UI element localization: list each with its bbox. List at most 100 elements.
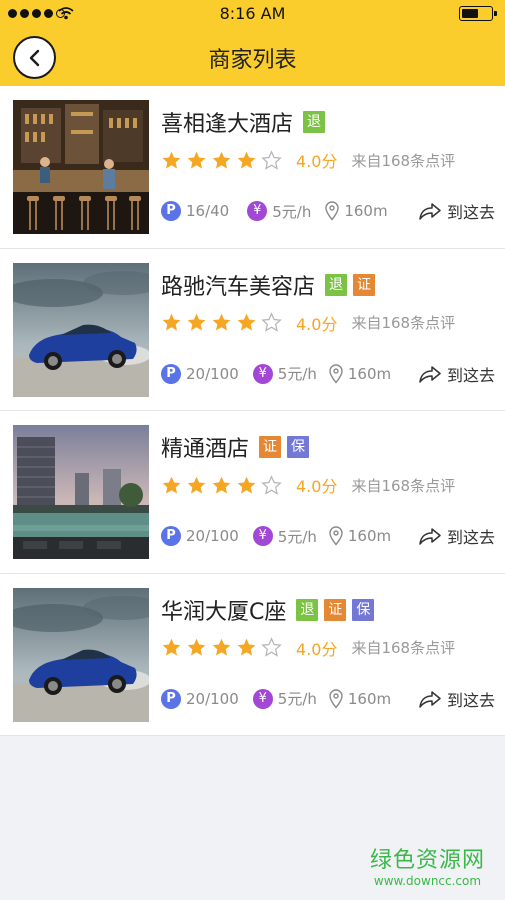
price-icon: ¥: [252, 363, 273, 384]
star-icon: [212, 476, 231, 493]
navigate-label: 到这去: [446, 203, 495, 222]
star-icon: [187, 313, 206, 331]
star-icon: [187, 476, 206, 493]
star-icon: [212, 638, 231, 656]
share-arrow-icon: [419, 365, 441, 383]
merchant-name-line: 路驰汽车美容店 退 证: [161, 269, 376, 301]
merchant-name: 喜相逢大酒店: [161, 112, 294, 137]
refund-badge: 退: [296, 598, 319, 621]
merchant-name: 精通酒店: [161, 437, 250, 462]
price-icon: ¥: [252, 526, 273, 546]
star-icon: [212, 313, 231, 331]
parking-spaces: 16/40: [186, 202, 230, 220]
merchant-photo: [13, 587, 149, 722]
review-count: 来自168条点评: [351, 314, 456, 332]
certified-badge: 证: [353, 273, 376, 296]
star-icon: [187, 638, 206, 656]
price-icon: ¥: [252, 688, 273, 709]
merchant-list: 喜相逢大酒店 退 4.0分 来自168条点评 P 16/40 ¥ 5元/h 16…: [0, 86, 505, 736]
navigate-button[interactable]: 到这去: [418, 199, 495, 223]
distance: 160m: [344, 202, 388, 220]
navigate-button[interactable]: 到这去: [418, 687, 495, 711]
star-outline-icon: [261, 312, 282, 332]
star-icon: [162, 151, 181, 168]
navigate-label: 到这去: [446, 365, 495, 385]
star-rating: [161, 312, 282, 333]
parking-spaces: 20/100: [186, 527, 239, 545]
merchant-name: 华润大厦C座: [161, 599, 287, 625]
review-count: 来自168条点评: [351, 639, 456, 657]
rating: 4.0分 来自168条点评: [161, 148, 455, 172]
distance: 160m: [347, 527, 392, 545]
location-pin-icon: [329, 526, 343, 546]
merchant-item[interactable]: 精通酒店 证 保 4.0分 来自168条点评 P 20/100 ¥ 5元/h 1…: [0, 411, 505, 574]
refund-badge: 退: [325, 273, 348, 296]
review-count: 来自168条点评: [351, 476, 456, 495]
status-time: 8:16 AM: [219, 4, 286, 23]
rating: 4.0分 来自168条点评: [161, 311, 455, 335]
parking-spaces: 20/100: [186, 689, 239, 708]
distance: 160m: [347, 364, 392, 383]
nav-bar: 商家列表: [0, 28, 505, 86]
rating: 4.0分 来自168条点评: [161, 636, 455, 660]
share-arrow-icon: [419, 690, 441, 708]
share-arrow-icon: [419, 203, 441, 220]
info-line: P 20/100 ¥ 5元/h 160m 到这去: [161, 362, 495, 386]
star-rating: [161, 637, 282, 658]
parking-icon: P: [161, 201, 181, 221]
parking-spaces: 20/100: [186, 364, 239, 383]
info-line: P 20/100 ¥ 5元/h 160m 到这去: [161, 524, 495, 548]
star-icon: [162, 638, 181, 656]
rating-score: 4.0分: [296, 477, 338, 496]
watermark-title: 绿色资源网: [369, 848, 485, 873]
star-rating: [161, 149, 282, 171]
merchant-name-line: 喜相逢大酒店 退: [161, 106, 326, 138]
refund-badge: 退: [303, 111, 326, 133]
parking-icon: P: [161, 688, 181, 709]
navigate-button[interactable]: 到这去: [418, 362, 495, 386]
share-arrow-icon: [419, 528, 441, 545]
merchant-photo: [13, 262, 149, 397]
review-count: 来自168条点评: [351, 151, 456, 170]
battery-icon: [459, 6, 497, 21]
status-bar: 8:16 AM: [0, 0, 505, 28]
parking-price: 5元/h: [277, 527, 317, 546]
rating-score: 4.0分: [296, 639, 338, 659]
watermark-url: www.downcc.com: [373, 874, 482, 888]
location-pin-icon: [329, 688, 343, 709]
merchant-item[interactable]: 路驰汽车美容店 退 证 4.0分 来自168条点评 P 20/100 ¥ 5元/…: [0, 248, 505, 411]
star-icon: [237, 151, 256, 168]
location-pin-icon: [329, 363, 343, 384]
star-icon: [187, 151, 206, 168]
star-outline-icon: [261, 474, 282, 495]
star-rating: [161, 474, 282, 496]
parking-price: 5元/h: [277, 365, 317, 383]
parking-price: 5元/h: [272, 202, 312, 221]
star-outline-icon: [261, 149, 282, 170]
watermark: 绿色资源网 www.downcc.com: [370, 842, 485, 888]
star-icon: [237, 313, 256, 331]
star-icon: [237, 638, 256, 656]
star-icon: [162, 313, 181, 331]
info-line: P 20/100 ¥ 5元/h 160m 到这去: [161, 687, 495, 711]
guarantee-badge: 保: [352, 598, 375, 621]
merchant-item[interactable]: 华润大厦C座 退 证 保 4.0分 来自168条点评 P 20/100 ¥ 5元…: [0, 573, 505, 736]
certified-badge: 证: [259, 436, 282, 458]
rating: 4.0分 来自168条点评: [161, 473, 455, 497]
rating-score: 4.0分: [296, 314, 338, 334]
navigate-button[interactable]: 到这去: [418, 524, 495, 548]
parking-price: 5元/h: [277, 690, 317, 708]
parking-icon: P: [161, 363, 181, 384]
merchant-photo: [13, 100, 149, 234]
merchant-photo: [13, 425, 149, 559]
rating-score: 4.0分: [296, 152, 338, 171]
navigate-label: 到这去: [446, 690, 495, 710]
merchant-name-line: 精通酒店 证 保: [161, 431, 310, 463]
star-icon: [212, 151, 231, 168]
merchant-item[interactable]: 喜相逢大酒店 退 4.0分 来自168条点评 P 16/40 ¥ 5元/h 16…: [0, 86, 505, 249]
merchant-name-line: 华润大厦C座 退 证 保: [161, 594, 375, 626]
star-icon: [162, 476, 181, 493]
navigate-label: 到这去: [446, 528, 495, 547]
info-line: P 16/40 ¥ 5元/h 160m 到这去: [161, 199, 495, 223]
star-icon: [237, 476, 256, 493]
